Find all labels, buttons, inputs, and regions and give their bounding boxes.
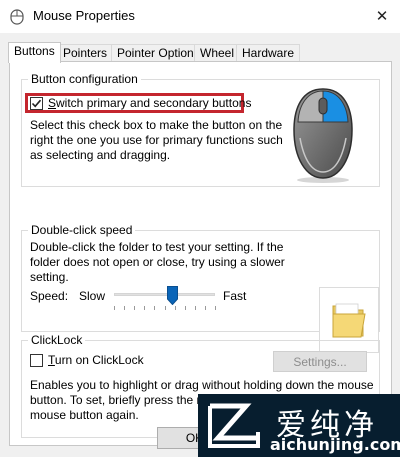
checkmark-icon bbox=[31, 99, 42, 108]
speed-slider-track[interactable] bbox=[114, 293, 215, 296]
tab-pointers[interactable]: Pointers bbox=[57, 44, 114, 62]
logo-icon bbox=[208, 403, 260, 448]
slider-tick bbox=[174, 306, 176, 310]
close-button[interactable]: ✕ bbox=[370, 4, 394, 28]
switch-buttons-label[interactable]: Switch primary and secondary buttons bbox=[48, 96, 251, 110]
window-title: Mouse Properties bbox=[33, 8, 135, 23]
clicklock-label[interactable]: Turn on ClickLock bbox=[48, 353, 144, 367]
switch-buttons-checkbox[interactable] bbox=[30, 97, 43, 110]
slider-tick bbox=[144, 306, 146, 310]
clicklock-settings-button[interactable]: Settings... bbox=[273, 351, 367, 372]
fast-label: Fast bbox=[223, 289, 247, 303]
mouse-icon bbox=[10, 9, 24, 25]
slider-tick bbox=[194, 306, 196, 310]
slider-tick bbox=[124, 306, 126, 310]
mouse-illustration-icon bbox=[293, 88, 353, 183]
slider-tick bbox=[114, 306, 115, 310]
close-icon: ✕ bbox=[375, 8, 389, 25]
button-config-description: Select this check box to make the button… bbox=[30, 118, 283, 162]
watermark: 爱纯净 aichunjing.com bbox=[198, 394, 400, 457]
tab-wheel[interactable]: Wheel bbox=[194, 44, 241, 62]
group-title-clicklock: ClickLock bbox=[28, 333, 86, 347]
slider-tick bbox=[184, 306, 186, 310]
title-bar: Mouse Properties ✕ bbox=[0, 0, 400, 33]
slider-tick bbox=[204, 306, 206, 310]
clicklock-checkbox[interactable] bbox=[30, 354, 43, 367]
group-title-double-click: Double-click speed bbox=[28, 223, 136, 237]
tab-hardware[interactable]: Hardware bbox=[236, 44, 301, 62]
slider-tick bbox=[134, 306, 136, 310]
group-title-button-configuration: Button configuration bbox=[28, 72, 141, 86]
buttons-tab-panel: Button configuration Switch primary and … bbox=[9, 61, 392, 446]
slider-thumb-icon bbox=[167, 286, 179, 306]
slider-tick bbox=[164, 306, 166, 310]
slider-tick bbox=[215, 306, 216, 310]
speed-slider-thumb[interactable] bbox=[167, 286, 179, 306]
speed-label: Speed: bbox=[30, 289, 69, 303]
watermark-url: aichunjing.com bbox=[270, 435, 400, 454]
double-click-description: Double-click the folder to test your set… bbox=[30, 240, 285, 284]
folder-icon bbox=[332, 303, 366, 338]
slider-tick bbox=[154, 306, 156, 310]
slow-label: Slow bbox=[79, 289, 106, 303]
tab-buttons[interactable]: Buttons bbox=[8, 42, 61, 63]
tab-pointer-options[interactable]: Pointer Options bbox=[111, 44, 206, 62]
